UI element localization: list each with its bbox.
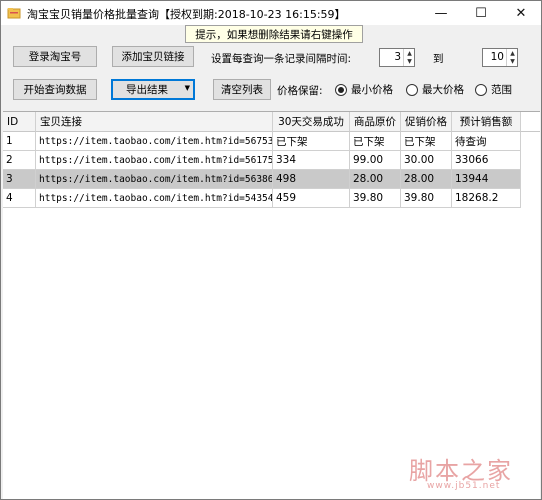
window-title: 淘宝宝贝销量价格批量查询【授权到期:2018-10-23 16:15:59】 [27,8,346,21]
radio-unchecked-icon [475,83,487,96]
export-results-button[interactable]: 导出结果 ▼ [111,79,195,100]
table-row-selected[interactable]: 3 https://item.taobao.com/item.htm?id=56… [3,170,521,189]
dropdown-arrow-icon: ▼ [184,84,190,92]
column-header-id[interactable]: ID [3,112,36,132]
interval-to-value: 10 [490,51,504,63]
title-bar[interactable]: 淘宝宝贝销量价格批量查询【授权到期:2018-10-23 16:15:59】 —… [1,1,541,25]
cell-estimate: 33066 [452,151,521,170]
cell-promo: 28.00 [401,170,452,189]
table-header: ID 宝贝连接 30天交易成功 商品原价 促销价格 预计销售额 [3,112,540,132]
radio-min-price[interactable]: 最小价格 [335,82,393,97]
column-header-sold30[interactable]: 30天交易成功 [273,112,350,132]
interval-from-stepper[interactable]: 3 ▲ ▼ [379,48,415,67]
cell-price: 99.00 [350,151,401,170]
cell-sold30: 459 [273,189,350,208]
cell-promo: 39.80 [401,189,452,208]
radio-unchecked-icon [406,83,418,96]
cell-id: 2 [3,151,36,170]
radio-checked-icon [335,83,347,96]
radio-range[interactable]: 范围 [475,82,512,97]
table-row[interactable]: 1 https://item.taobao.com/item.htm?id=56… [3,132,521,151]
cell-estimate: 13944 [452,170,521,189]
interval-to-stepper[interactable]: 10 ▲ ▼ [482,48,518,67]
column-header-link[interactable]: 宝贝连接 [36,112,273,132]
clear-list-button[interactable]: 清空列表 [213,79,271,100]
cell-id: 3 [3,170,36,189]
watermark: 脚本之家 www.jb51.net [409,451,537,495]
radio-label: 范围 [491,84,512,96]
to-label: 到 [433,53,444,65]
cell-estimate: 18268.2 [452,189,521,208]
start-query-button[interactable]: 开始查询数据 [13,79,97,100]
radio-max-price[interactable]: 最大价格 [406,82,464,97]
cell-price: 28.00 [350,170,401,189]
radio-label: 最小价格 [351,84,393,96]
add-link-button[interactable]: 添加宝贝链接 [112,46,194,67]
cell-price: 39.80 [350,189,401,208]
folder-icon [7,8,21,19]
table-row[interactable]: 4 https://item.taobao.com/item.htm?id=54… [3,189,521,208]
stepper-up-icon[interactable]: ▲ [507,49,518,57]
export-label: 导出结果 [126,84,168,96]
cell-sold30: 498 [273,170,350,189]
column-header-promo[interactable]: 促销价格 [401,112,452,132]
interval-label: 设置每查询一条记录间隔时间: [211,53,352,65]
cell-price: 已下架 [350,132,401,151]
cell-promo: 30.00 [401,151,452,170]
radio-label: 最大价格 [422,84,464,96]
stepper-up-icon[interactable]: ▲ [404,49,415,57]
cell-estimate: 待查询 [452,132,521,151]
cell-id: 4 [3,189,36,208]
cell-link: https://item.taobao.com/item.htm?id=5617… [36,151,273,170]
interval-from-value: 3 [394,51,401,63]
cell-promo: 已下架 [401,132,452,151]
cell-sold30: 已下架 [273,132,350,151]
cell-link: https://item.taobao.com/item.htm?id=5675… [36,132,273,151]
app-window: 淘宝宝贝销量价格批量查询【授权到期:2018-10-23 16:15:59】 —… [0,0,542,500]
cell-id: 1 [3,132,36,151]
cell-sold30: 334 [273,151,350,170]
watermark-url: www.jb51.net [427,481,501,491]
price-keep-label: 价格保留: [277,85,323,97]
minimize-button[interactable]: — [421,1,461,25]
cell-link: https://item.taobao.com/item.htm?id=5638… [36,170,273,189]
maximize-button[interactable]: ☐ [461,1,501,25]
results-table[interactable]: ID 宝贝连接 30天交易成功 商品原价 促销价格 预计销售额 1 https:… [3,111,540,499]
hint-tooltip: 提示，如果想删除结果请右键操作 [185,25,363,43]
stepper-down-icon[interactable]: ▼ [507,57,518,65]
table-row[interactable]: 2 https://item.taobao.com/item.htm?id=56… [3,151,521,170]
stepper-down-icon[interactable]: ▼ [404,57,415,65]
column-header-price[interactable]: 商品原价 [350,112,401,132]
column-header-estimate[interactable]: 预计销售额 [452,112,521,132]
login-button[interactable]: 登录淘宝号 [13,46,97,67]
cell-link: https://item.taobao.com/item.htm?id=5435… [36,189,273,208]
close-button[interactable]: ✕ [501,1,541,25]
